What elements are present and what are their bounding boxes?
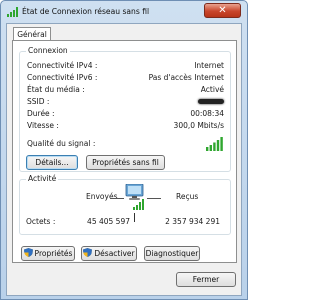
received-label: Reçus xyxy=(176,192,199,201)
connexion-group-title: Connexion xyxy=(26,46,70,55)
tab-panel-general: Connexion Connectivité IPv4 : Internet C… xyxy=(12,40,237,263)
uac-shield-icon xyxy=(83,248,93,257)
title-bar[interactable]: État de Connexion réseau sans fil ✕ xyxy=(1,1,247,23)
ipv4-label: Connectivité IPv4 : xyxy=(27,61,98,70)
properties-button-label: Propriétés xyxy=(34,249,73,258)
ssid-redacted-value xyxy=(198,99,224,104)
ipv4-value: Internet xyxy=(194,61,224,70)
tab-general[interactable]: Général xyxy=(13,27,51,41)
signal-label: Qualité du signal : xyxy=(27,139,96,148)
properties-button[interactable]: Propriétés xyxy=(21,246,75,261)
dialog-client-area: Général Connexion Connectivité IPv4 : In… xyxy=(6,23,242,296)
duration-row: Durée : 00:08:34 xyxy=(27,109,224,119)
activity-divider xyxy=(134,213,135,222)
window: État de Connexion réseau sans fil ✕ Géné… xyxy=(0,0,248,300)
duration-label: Durée : xyxy=(27,109,55,118)
activity-group: Activité Envoyés Reçus Octets : 45 405 5… xyxy=(19,174,231,235)
ssid-label: SSID : xyxy=(27,97,50,106)
speed-label: Vitesse : xyxy=(27,121,59,130)
disable-button[interactable]: Désactiver xyxy=(81,246,137,261)
close-button[interactable]: Fermer xyxy=(176,272,236,287)
bytes-sent-value: 45 405 597 xyxy=(87,217,130,226)
close-window-button[interactable]: ✕ xyxy=(204,3,241,18)
diagnose-button[interactable]: Diagnostiquer xyxy=(144,246,200,261)
ipv6-label: Connectivité IPv6 : xyxy=(27,73,98,82)
signal-quality-icon xyxy=(206,137,223,151)
ipv6-row: Connectivité IPv6 : Pas d'accès Internet xyxy=(27,73,224,83)
ipv6-value: Pas d'accès Internet xyxy=(148,73,224,82)
signal-row: Qualité du signal : xyxy=(27,137,224,151)
window-title: État de Connexion réseau sans fil xyxy=(22,7,150,16)
speed-row: Vitesse : 300,0 Mbits/s xyxy=(27,121,224,131)
duration-value: 00:08:34 xyxy=(190,109,224,118)
activity-group-title: Activité xyxy=(26,174,59,183)
connexion-group: Connexion Connectivité IPv4 : Internet C… xyxy=(19,46,231,172)
network-computers-icon xyxy=(125,184,144,210)
bytes-label: Octets : xyxy=(26,217,56,226)
bytes-received-value: 2 357 934 291 xyxy=(165,217,220,226)
speed-value: 300,0 Mbits/s xyxy=(173,121,224,130)
media-state-value: Activé xyxy=(200,85,224,94)
media-state-label: État du média : xyxy=(27,85,85,94)
ipv4-row: Connectivité IPv4 : Internet xyxy=(27,61,224,71)
sent-label: Envoyés xyxy=(86,192,118,201)
ssid-row: SSID : xyxy=(27,97,224,107)
disable-button-label: Désactiver xyxy=(94,249,135,258)
wireless-properties-button[interactable]: Propriétés sans fil xyxy=(86,155,165,170)
wireless-signal-icon xyxy=(7,7,18,17)
sent-line xyxy=(110,198,124,199)
details-button[interactable]: Détails... xyxy=(26,155,78,170)
uac-shield-icon xyxy=(23,248,33,257)
media-state-row: État du média : Activé xyxy=(27,85,224,95)
received-line xyxy=(147,198,161,199)
